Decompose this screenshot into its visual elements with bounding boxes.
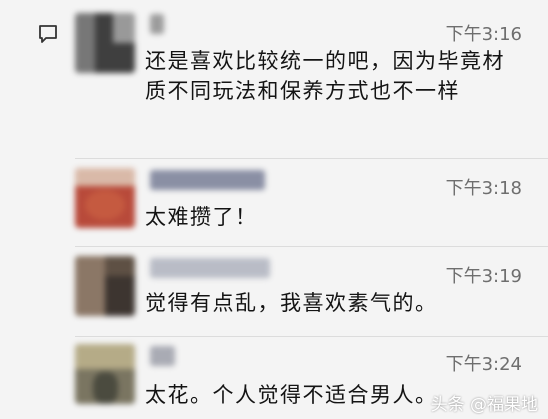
message-text: 太难攒了！ xyxy=(145,205,258,229)
message-time: 下午3:18 xyxy=(445,178,522,199)
message-text: 还是喜欢比较统一的吧，因为毕竟材质不同玩法和保养方式也不一样 xyxy=(145,49,505,103)
sender-name xyxy=(150,258,270,278)
message-time: 下午3:24 xyxy=(445,354,522,375)
message-item[interactable]: 下午3:16 还是喜欢比较统一的吧，因为毕竟材质不同玩法和保养方式也不一样 xyxy=(0,0,548,158)
message-item[interactable]: 下午3:18 太难攒了！ xyxy=(0,158,548,238)
sender-name xyxy=(150,170,265,190)
message-time: 下午3:16 xyxy=(445,24,522,45)
avatar[interactable] xyxy=(75,168,135,228)
message-text: 觉得有点乱，我喜欢素气的。 xyxy=(145,291,438,315)
avatar[interactable] xyxy=(75,13,135,73)
watermark: 头条 @福果地 xyxy=(430,395,538,415)
sender-name xyxy=(150,346,175,366)
avatar[interactable] xyxy=(75,344,135,404)
sender-name xyxy=(150,14,164,34)
avatar[interactable] xyxy=(75,256,135,316)
message-time: 下午3:19 xyxy=(445,266,522,287)
message-item[interactable]: 下午3:19 觉得有点乱，我喜欢素气的。 xyxy=(0,246,548,336)
